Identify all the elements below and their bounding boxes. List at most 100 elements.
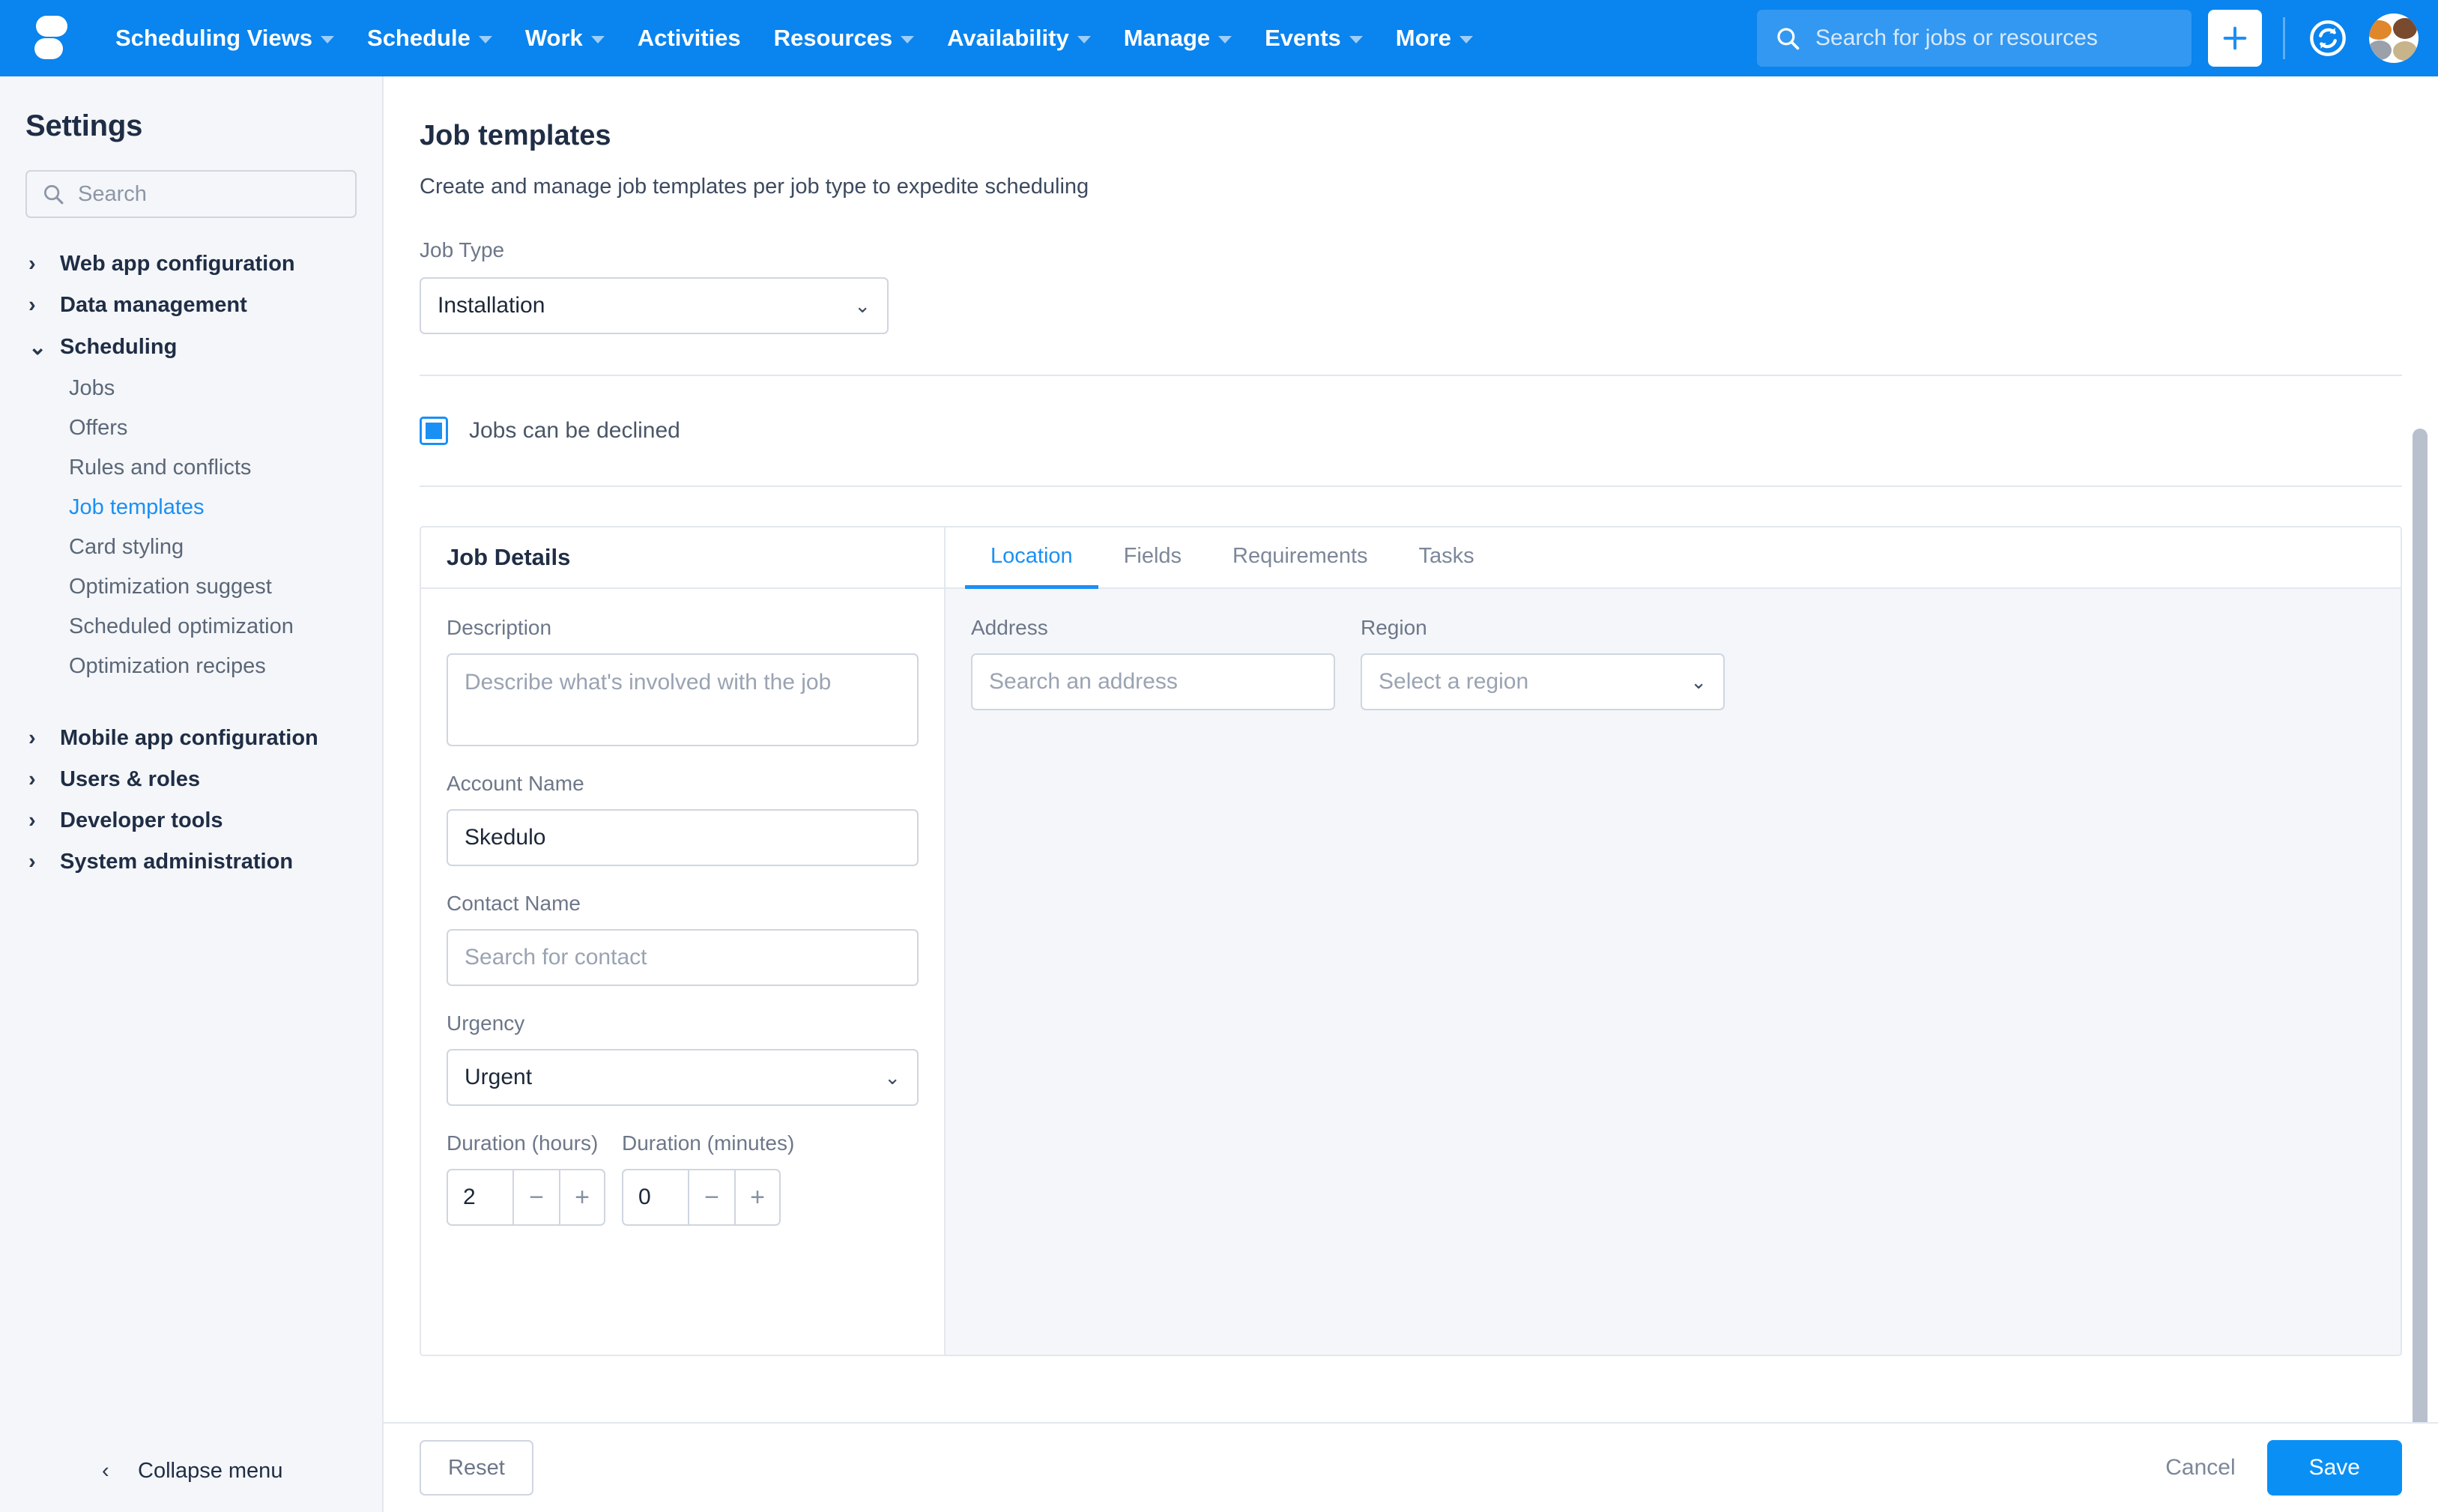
nav-item-work[interactable]: Work <box>509 0 621 76</box>
sidebar-group-users-and-roles[interactable]: › Users & roles <box>0 759 382 800</box>
chevron-right-icon: › <box>28 767 36 791</box>
urgency-field: Urgency Urgent ⌄ <box>447 1011 919 1106</box>
tab-requirements[interactable]: Requirements <box>1207 527 1394 589</box>
sidebar-item-optimization-suggest[interactable]: Optimization suggest <box>0 567 382 607</box>
address-input[interactable]: Search an address <box>971 653 1335 710</box>
duration-hours-stepper: 2 − + <box>447 1169 605 1226</box>
job-template-tabs-panel: Location Fields Requirements Tasks Addre… <box>946 527 2401 1355</box>
nav-label: Activities <box>637 25 741 51</box>
sidebar-group-mobile-app-configuration[interactable]: › Mobile app configuration <box>0 718 382 759</box>
global-search-input[interactable]: Search for jobs or resources <box>1757 10 2192 67</box>
duration-minutes-input[interactable]: 0 <box>622 1169 688 1226</box>
duration-hours-label: Duration (hours) <box>447 1131 599 1155</box>
tab-fields[interactable]: Fields <box>1098 527 1207 589</box>
nav-label: Manage <box>1123 25 1211 51</box>
vertical-scrollbar[interactable] <box>2413 429 2428 1457</box>
sidebar-search-input[interactable]: Search <box>25 170 357 218</box>
duration-hours-decrement-button[interactable]: − <box>512 1169 559 1226</box>
nav-item-manage[interactable]: Manage <box>1107 0 1248 76</box>
address-field: Address Search an address <box>971 616 1335 1355</box>
sidebar-item-card-styling[interactable]: Card styling <box>0 527 382 567</box>
nav-label: Resources <box>773 25 893 51</box>
nav-label: Schedule <box>367 25 471 51</box>
duration-hours-input[interactable]: 2 <box>447 1169 512 1226</box>
global-search-placeholder: Search for jobs or resources <box>1815 25 2098 50</box>
account-name-input[interactable]: Skedulo <box>447 809 919 866</box>
chevron-right-icon: › <box>28 808 36 832</box>
chevron-down-icon <box>1218 36 1232 43</box>
nav-divider <box>2283 17 2285 59</box>
urgency-select[interactable]: Urgent ⌄ <box>447 1049 919 1106</box>
tab-location[interactable]: Location <box>965 527 1098 589</box>
sidebar-group-developer-tools[interactable]: › Developer tools <box>0 800 382 841</box>
description-textarea[interactable]: Describe what's involved with the job <box>447 653 919 746</box>
nav-item-resources[interactable]: Resources <box>757 0 931 76</box>
chevron-down-icon <box>590 36 605 43</box>
nav-item-more[interactable]: More <box>1379 0 1489 76</box>
contact-name-field: Contact Name Search for contact <box>447 892 919 986</box>
sidebar-group-label: Scheduling <box>60 335 178 359</box>
nav-item-schedule[interactable]: Schedule <box>351 0 509 76</box>
sidebar-item-rules-and-conflicts[interactable]: Rules and conflicts <box>0 448 382 488</box>
chevron-down-icon: ⌄ <box>884 1065 901 1089</box>
sync-icon <box>2310 20 2346 56</box>
tab-bar: Location Fields Requirements Tasks <box>946 527 2401 589</box>
sidebar-group-label: Data management <box>60 293 247 317</box>
avatar-art <box>2369 20 2392 40</box>
avatar-art <box>2393 41 2417 61</box>
footer-actions: Cancel Save <box>2165 1440 2402 1496</box>
skedulo-logo[interactable] <box>13 16 88 61</box>
create-new-button[interactable] <box>2208 10 2262 67</box>
nav-item-activities[interactable]: Activities <box>621 0 757 76</box>
nav-label: Availability <box>947 25 1069 51</box>
sidebar-item-offers[interactable]: Offers <box>0 408 382 448</box>
jobs-can-be-declined-row: Jobs can be declined <box>384 376 2438 445</box>
sidebar-group-label: Developer tools <box>60 808 223 832</box>
chevron-right-icon: › <box>28 293 36 317</box>
chevron-right-icon: › <box>28 850 36 874</box>
sidebar-group-system-administration[interactable]: › System administration <box>0 841 382 883</box>
job-type-select[interactable]: Installation ⌄ <box>420 277 889 334</box>
save-button[interactable]: Save <box>2266 1440 2402 1496</box>
divider <box>420 486 2402 487</box>
sidebar-item-jobs[interactable]: Jobs <box>0 369 382 408</box>
chevron-down-icon <box>901 36 915 43</box>
sidebar-group-scheduling[interactable]: ⌄ Scheduling <box>0 326 382 369</box>
sidebar-item-job-templates[interactable]: Job templates <box>0 488 382 527</box>
nav-item-availability[interactable]: Availability <box>931 0 1107 76</box>
tab-tasks[interactable]: Tasks <box>1394 527 1500 589</box>
nav-item-scheduling-views[interactable]: Scheduling Views <box>99 0 351 76</box>
duration-minutes-increment-button[interactable]: + <box>734 1169 781 1226</box>
chevron-down-icon: ⌄ <box>28 336 47 360</box>
collapse-menu-label: Collapse menu <box>138 1458 283 1483</box>
sidebar-item-optimization-recipes[interactable]: Optimization recipes <box>0 647 382 686</box>
nav-label: Work <box>524 25 583 51</box>
page-title: Job templates <box>420 120 611 151</box>
nav-label: More <box>1395 25 1451 51</box>
plus-icon <box>2223 26 2247 50</box>
user-avatar[interactable] <box>2369 13 2419 63</box>
cancel-button[interactable]: Cancel <box>2165 1455 2235 1481</box>
duration-hours-increment-button[interactable]: + <box>559 1169 605 1226</box>
jobs-can-be-declined-checkbox[interactable] <box>420 417 448 445</box>
nav-right-cluster: Search for jobs or resources <box>1757 10 2438 67</box>
search-icon <box>1777 28 1800 50</box>
duration-minutes-decrement-button[interactable]: − <box>688 1169 734 1226</box>
region-value: Select a region <box>1379 669 1529 694</box>
sidebar-nav-list: › Web app configuration › Data managemen… <box>0 244 382 883</box>
sidebar-search-placeholder: Search <box>78 181 147 206</box>
collapse-menu-button[interactable]: ‹ Collapse menu <box>0 1430 382 1512</box>
chevron-down-icon: ⌄ <box>1690 670 1707 693</box>
reset-button[interactable]: Reset <box>420 1440 533 1496</box>
urgency-value: Urgent <box>465 1065 533 1089</box>
chevron-down-icon <box>321 36 335 43</box>
sidebar-item-scheduled-optimization[interactable]: Scheduled optimization <box>0 607 382 647</box>
sidebar-group-data-management[interactable]: › Data management <box>0 285 382 326</box>
avatar-art <box>2393 18 2417 39</box>
contact-name-input[interactable]: Search for contact <box>447 929 919 986</box>
sync-button[interactable] <box>2306 16 2350 60</box>
nav-item-events[interactable]: Events <box>1248 0 1379 76</box>
region-select[interactable]: Select a region ⌄ <box>1361 653 1725 710</box>
sidebar-group-web-app-configuration[interactable]: › Web app configuration <box>0 244 382 285</box>
chevron-left-icon: ‹ <box>102 1458 109 1483</box>
